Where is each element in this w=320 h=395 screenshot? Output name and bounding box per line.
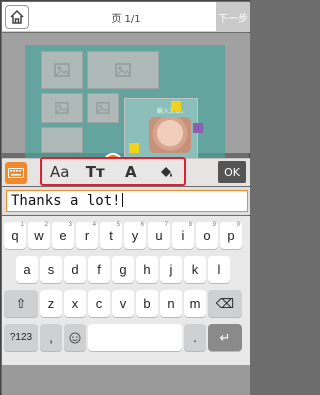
key-g[interactable]: g	[112, 256, 134, 283]
key-p[interactable]: p0	[220, 222, 242, 249]
font-style-button[interactable]: Tт	[81, 161, 109, 183]
image-placeholder[interactable]	[41, 93, 83, 123]
period-key[interactable]: .	[184, 324, 206, 351]
key-z[interactable]: z	[40, 290, 62, 317]
image-placeholder[interactable]	[41, 127, 83, 153]
key-n[interactable]: n	[160, 290, 182, 317]
key-q[interactable]: q1	[4, 222, 26, 249]
key-h[interactable]: h	[136, 256, 158, 283]
image-placeholder[interactable]	[87, 51, 159, 89]
key-s[interactable]: s	[40, 256, 62, 283]
page-indicator: 页 1/1	[111, 14, 141, 25]
on-screen-keyboard: q1 w2 e3 r4 t5 y6 u7 i8 o9 p0 a s d f g …	[2, 216, 250, 395]
backspace-icon: ⌫	[215, 295, 235, 311]
key-l[interactable]: l	[208, 256, 230, 283]
key-e[interactable]: e3	[52, 222, 74, 249]
enter-key[interactable]: ↵	[208, 324, 242, 351]
text-toolbar: Aa Tт A OK	[2, 157, 250, 186]
ok-button[interactable]: OK	[218, 161, 246, 183]
key-x[interactable]: x	[64, 290, 86, 317]
app-window: 页 1/1 下一步 輸入文本。 × Aa Tт	[0, 0, 250, 395]
key-w[interactable]: w2	[28, 222, 50, 249]
keyboard-toggle-button[interactable]	[5, 162, 27, 184]
emoji-key[interactable]	[64, 324, 86, 351]
key-y[interactable]: y6	[124, 222, 146, 249]
purple-square	[193, 123, 203, 133]
key-r[interactable]: r4	[76, 222, 98, 249]
key-j[interactable]: j	[160, 256, 182, 283]
baby-photo	[149, 117, 191, 153]
key-b[interactable]: b	[136, 290, 158, 317]
key-d[interactable]: d	[64, 256, 86, 283]
image-icon	[55, 102, 69, 114]
top-bar: 页 1/1 下一步	[2, 2, 250, 32]
image-placeholder[interactable]	[41, 51, 83, 89]
text-caret	[121, 193, 123, 207]
backspace-key[interactable]: ⌫	[208, 290, 242, 317]
font-size-button[interactable]: Aa	[46, 161, 74, 183]
text-input[interactable]: Thanks a lot!	[6, 190, 248, 212]
shift-key[interactable]: ⇧	[4, 290, 38, 317]
image-icon	[115, 63, 131, 77]
image-icon	[54, 63, 70, 77]
android-nav-bar	[2, 365, 250, 395]
key-f[interactable]: f	[88, 256, 110, 283]
smiley-icon	[69, 332, 81, 343]
space-key[interactable]	[88, 324, 182, 351]
paint-bucket-icon	[161, 166, 173, 177]
symbols-key[interactable]: ?123	[4, 324, 38, 351]
key-u[interactable]: u7	[148, 222, 170, 249]
key-o[interactable]: o9	[196, 222, 218, 249]
key-k[interactable]: k	[184, 256, 206, 283]
keyboard-icon	[8, 168, 24, 178]
image-placeholder[interactable]	[87, 93, 119, 123]
comma-key[interactable]: ,	[40, 324, 62, 351]
key-t[interactable]: t5	[100, 222, 122, 249]
next-button[interactable]: 下一步	[216, 2, 250, 32]
key-c[interactable]: c	[88, 290, 110, 317]
yellow-square	[171, 101, 181, 111]
image-icon	[96, 102, 110, 114]
key-m[interactable]: m	[184, 290, 206, 317]
key-a[interactable]: a	[16, 256, 38, 283]
text-input-row: Thanks a lot!	[2, 187, 250, 215]
key-v[interactable]: v	[112, 290, 134, 317]
key-i[interactable]: i8	[172, 222, 194, 249]
text-tools-group: Aa Tт A	[40, 157, 186, 186]
text-color-button[interactable]: A	[117, 161, 145, 183]
shift-icon: ⇧	[15, 295, 27, 311]
yellow-square	[129, 143, 139, 153]
text-input-value: Thanks a lot!	[11, 193, 121, 209]
fill-color-button[interactable]	[152, 161, 180, 183]
